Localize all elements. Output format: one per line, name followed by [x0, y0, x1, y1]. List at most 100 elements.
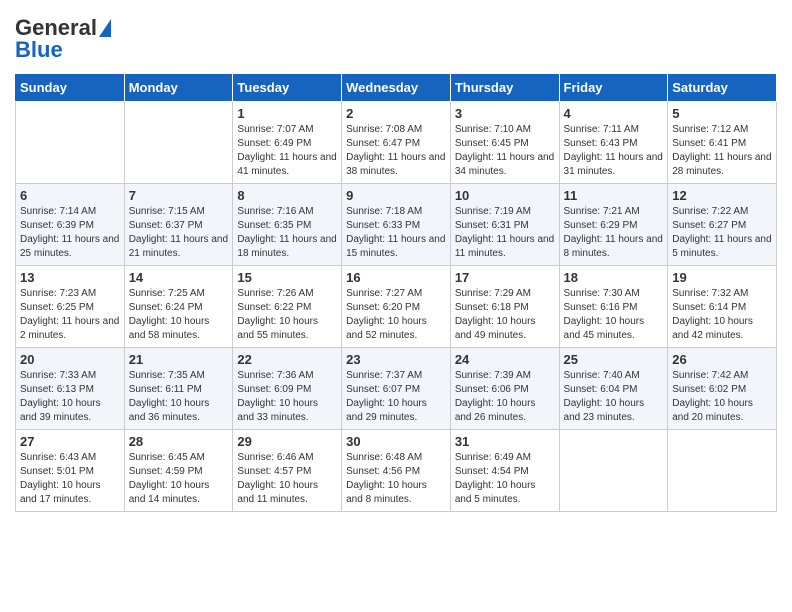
- calendar-day-cell: 31 Sunrise: 6:49 AM Sunset: 4:54 PM Dayli…: [450, 430, 559, 512]
- day-number: 25: [564, 352, 664, 367]
- day-of-week-header: Saturday: [668, 74, 777, 102]
- calendar-day-cell: 29 Sunrise: 6:46 AM Sunset: 4:57 PM Dayli…: [233, 430, 342, 512]
- calendar-day-cell: 3Sunrise: 7:10 AM Sunset: 6:45 PM Daylig…: [450, 102, 559, 184]
- day-of-week-header: Sunday: [16, 74, 125, 102]
- day-of-week-header: Monday: [124, 74, 233, 102]
- day-info: Sunrise: 7:08 AM Sunset: 6:47 PM Dayligh…: [346, 123, 446, 179]
- calendar-day-cell: 16Sunrise: 7:27 AM Sunset: 6:20 PM Dayli…: [342, 266, 451, 348]
- day-info: Sunrise: 6:49 AM Sunset: 4:54 PM Dayligh…: [455, 451, 555, 507]
- day-info: Sunrise: 7:16 AM Sunset: 6:35 PM Dayligh…: [237, 205, 337, 261]
- day-number: 27: [20, 434, 120, 449]
- day-info: Sunrise: 7:25 AM Sunset: 6:24 PM Dayligh…: [129, 287, 229, 343]
- day-number: 24: [455, 352, 555, 367]
- day-info: Sunrise: 7:12 AM Sunset: 6:41 PM Dayligh…: [672, 123, 772, 179]
- day-number: 30: [346, 434, 446, 449]
- calendar-day-cell: 15Sunrise: 7:26 AM Sunset: 6:22 PM Dayli…: [233, 266, 342, 348]
- day-number: 18: [564, 270, 664, 285]
- day-info: Sunrise: 7:33 AM Sunset: 6:13 PM Dayligh…: [20, 369, 120, 425]
- calendar-day-cell: [668, 430, 777, 512]
- day-info: Sunrise: 7:22 AM Sunset: 6:27 PM Dayligh…: [672, 205, 772, 261]
- day-number: 19: [672, 270, 772, 285]
- day-number: 26: [672, 352, 772, 367]
- calendar-day-cell: 2 Sunrise: 7:08 AM Sunset: 6:47 PM Daylig…: [342, 102, 451, 184]
- calendar-day-cell: 1 Sunrise: 7:07 AM Sunset: 6:49 PM Daylig…: [233, 102, 342, 184]
- calendar-day-cell: 25Sunrise: 7:40 AM Sunset: 6:04 PM Dayli…: [559, 348, 668, 430]
- day-info: Sunrise: 6:46 AM Sunset: 4:57 PM Dayligh…: [237, 451, 337, 507]
- calendar-day-cell: 28 Sunrise: 6:45 AM Sunset: 4:59 PM Dayli…: [124, 430, 233, 512]
- calendar-day-cell: 26 Sunrise: 7:42 AM Sunset: 6:02 PM Dayli…: [668, 348, 777, 430]
- day-number: 8: [237, 188, 337, 203]
- day-info: Sunrise: 7:21 AM Sunset: 6:29 PM Dayligh…: [564, 205, 664, 261]
- calendar-day-cell: 21 Sunrise: 7:35 AM Sunset: 6:11 PM Dayli…: [124, 348, 233, 430]
- day-info: Sunrise: 7:32 AM Sunset: 6:14 PM Dayligh…: [672, 287, 772, 343]
- day-info: Sunrise: 7:37 AM Sunset: 6:07 PM Dayligh…: [346, 369, 446, 425]
- day-info: Sunrise: 7:30 AM Sunset: 6:16 PM Dayligh…: [564, 287, 664, 343]
- day-info: Sunrise: 7:18 AM Sunset: 6:33 PM Dayligh…: [346, 205, 446, 261]
- calendar-day-cell: 30 Sunrise: 6:48 AM Sunset: 4:56 PM Dayli…: [342, 430, 451, 512]
- day-info: Sunrise: 7:36 AM Sunset: 6:09 PM Dayligh…: [237, 369, 337, 425]
- calendar-day-cell: 18 Sunrise: 7:30 AM Sunset: 6:16 PM Dayli…: [559, 266, 668, 348]
- calendar-day-cell: [16, 102, 125, 184]
- day-info: Sunrise: 6:48 AM Sunset: 4:56 PM Dayligh…: [346, 451, 446, 507]
- calendar-day-cell: 23 Sunrise: 7:37 AM Sunset: 6:07 PM Dayli…: [342, 348, 451, 430]
- day-number: 10: [455, 188, 555, 203]
- day-number: 28: [129, 434, 229, 449]
- page-header: General Blue: [15, 15, 777, 63]
- calendar-table: SundayMondayTuesdayWednesdayThursdayFrid…: [15, 73, 777, 512]
- day-info: Sunrise: 7:07 AM Sunset: 6:49 PM Dayligh…: [237, 123, 337, 179]
- calendar-day-cell: 12Sunrise: 7:22 AM Sunset: 6:27 PM Dayli…: [668, 184, 777, 266]
- day-info: Sunrise: 7:11 AM Sunset: 6:43 PM Dayligh…: [564, 123, 664, 179]
- day-number: 22: [237, 352, 337, 367]
- day-number: 17: [455, 270, 555, 285]
- calendar-day-cell: 7 Sunrise: 7:15 AM Sunset: 6:37 PM Daylig…: [124, 184, 233, 266]
- logo-text-blue: Blue: [15, 37, 63, 63]
- calendar-day-cell: 4 Sunrise: 7:11 AM Sunset: 6:43 PM Daylig…: [559, 102, 668, 184]
- calendar-day-cell: 19 Sunrise: 7:32 AM Sunset: 6:14 PM Dayli…: [668, 266, 777, 348]
- calendar-day-cell: 11 Sunrise: 7:21 AM Sunset: 6:29 PM Dayli…: [559, 184, 668, 266]
- day-number: 15: [237, 270, 337, 285]
- day-number: 23: [346, 352, 446, 367]
- day-number: 29: [237, 434, 337, 449]
- day-info: Sunrise: 7:35 AM Sunset: 6:11 PM Dayligh…: [129, 369, 229, 425]
- day-info: Sunrise: 7:23 AM Sunset: 6:25 PM Dayligh…: [20, 287, 120, 343]
- day-number: 11: [564, 188, 664, 203]
- day-of-week-header: Thursday: [450, 74, 559, 102]
- day-number: 31: [455, 434, 555, 449]
- day-info: Sunrise: 7:42 AM Sunset: 6:02 PM Dayligh…: [672, 369, 772, 425]
- day-number: 7: [129, 188, 229, 203]
- calendar-day-cell: 24 Sunrise: 7:39 AM Sunset: 6:06 PM Dayli…: [450, 348, 559, 430]
- day-info: Sunrise: 7:14 AM Sunset: 6:39 PM Dayligh…: [20, 205, 120, 261]
- day-of-week-header: Tuesday: [233, 74, 342, 102]
- logo: General Blue: [15, 15, 111, 63]
- calendar-day-cell: 10 Sunrise: 7:19 AM Sunset: 6:31 PM Dayli…: [450, 184, 559, 266]
- calendar-header-row: SundayMondayTuesdayWednesdayThursdayFrid…: [16, 74, 777, 102]
- day-number: 5: [672, 106, 772, 121]
- day-number: 21: [129, 352, 229, 367]
- day-info: Sunrise: 6:43 AM Sunset: 5:01 PM Dayligh…: [20, 451, 120, 507]
- calendar-day-cell: 13Sunrise: 7:23 AM Sunset: 6:25 PM Dayli…: [16, 266, 125, 348]
- day-info: Sunrise: 7:15 AM Sunset: 6:37 PM Dayligh…: [129, 205, 229, 261]
- calendar-day-cell: 5 Sunrise: 7:12 AM Sunset: 6:41 PM Daylig…: [668, 102, 777, 184]
- calendar-week-row: 6Sunrise: 7:14 AM Sunset: 6:39 PM Daylig…: [16, 184, 777, 266]
- calendar-day-cell: 8 Sunrise: 7:16 AM Sunset: 6:35 PM Daylig…: [233, 184, 342, 266]
- calendar-week-row: 20Sunrise: 7:33 AM Sunset: 6:13 PM Dayli…: [16, 348, 777, 430]
- calendar-day-cell: 20Sunrise: 7:33 AM Sunset: 6:13 PM Dayli…: [16, 348, 125, 430]
- day-of-week-header: Friday: [559, 74, 668, 102]
- day-info: Sunrise: 6:45 AM Sunset: 4:59 PM Dayligh…: [129, 451, 229, 507]
- calendar-day-cell: 9 Sunrise: 7:18 AM Sunset: 6:33 PM Daylig…: [342, 184, 451, 266]
- calendar-day-cell: 6Sunrise: 7:14 AM Sunset: 6:39 PM Daylig…: [16, 184, 125, 266]
- day-info: Sunrise: 7:29 AM Sunset: 6:18 PM Dayligh…: [455, 287, 555, 343]
- day-number: 9: [346, 188, 446, 203]
- calendar-day-cell: [124, 102, 233, 184]
- calendar-day-cell: 14Sunrise: 7:25 AM Sunset: 6:24 PM Dayli…: [124, 266, 233, 348]
- day-number: 1: [237, 106, 337, 121]
- day-number: 16: [346, 270, 446, 285]
- day-number: 2: [346, 106, 446, 121]
- calendar-day-cell: 17 Sunrise: 7:29 AM Sunset: 6:18 PM Dayli…: [450, 266, 559, 348]
- day-number: 4: [564, 106, 664, 121]
- day-info: Sunrise: 7:10 AM Sunset: 6:45 PM Dayligh…: [455, 123, 555, 179]
- day-info: Sunrise: 7:19 AM Sunset: 6:31 PM Dayligh…: [455, 205, 555, 261]
- calendar-day-cell: [559, 430, 668, 512]
- day-info: Sunrise: 7:39 AM Sunset: 6:06 PM Dayligh…: [455, 369, 555, 425]
- calendar-day-cell: 22 Sunrise: 7:36 AM Sunset: 6:09 PM Dayli…: [233, 348, 342, 430]
